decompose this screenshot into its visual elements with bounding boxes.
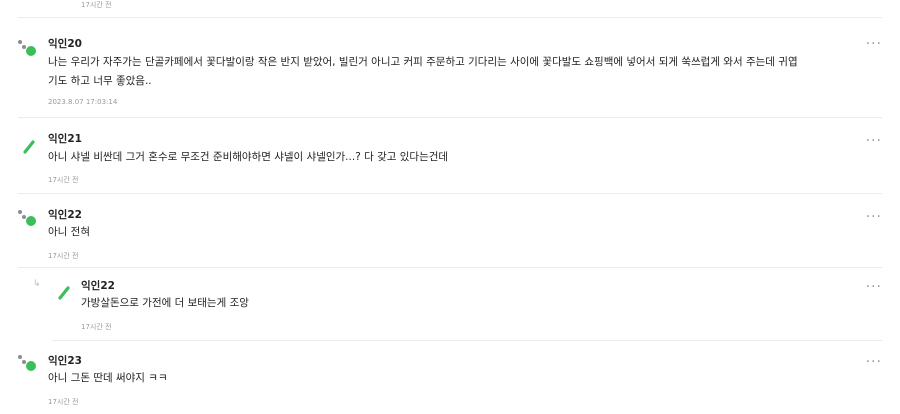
separator xyxy=(18,267,882,268)
comment-author[interactable]: 익인22 xyxy=(81,278,115,293)
comment-timestamp: 2023.8.07 17:03:14 xyxy=(48,98,118,106)
comment-text-line: 나는 우리가 자주가는 단골카페에서 꽃다발이랑 작은 반지 받았어, 빌린거 … xyxy=(48,56,798,68)
comment-author[interactable]: 익인23 xyxy=(48,353,82,368)
leaf-avatar-icon xyxy=(23,140,35,154)
comment-author[interactable]: 익인22 xyxy=(48,207,82,222)
top-timestamp: 17시간 전 xyxy=(81,1,112,9)
leaf-avatar-icon xyxy=(58,286,70,300)
comment-timestamp: 17시간 전 xyxy=(81,323,112,331)
separator xyxy=(18,193,882,194)
separator xyxy=(18,17,882,18)
comment-timestamp: 17시간 전 xyxy=(48,176,79,184)
more-dots-icon[interactable]: ··· xyxy=(866,134,882,148)
more-dots-icon[interactable]: ··· xyxy=(866,37,882,51)
dots-avatar-icon xyxy=(18,355,36,371)
comment-text-line: 아니 그돈 딴데 써야지 ㅋㅋ xyxy=(48,372,168,384)
comment-text-line: 아니 전혀 xyxy=(48,226,90,238)
comment-text-line: 기도 하고 너무 좋았음.. xyxy=(48,75,152,87)
more-dots-icon[interactable]: ··· xyxy=(866,210,882,224)
dots-avatar-icon xyxy=(18,40,36,56)
comment-author[interactable]: 익인21 xyxy=(48,131,82,146)
more-dots-icon[interactable]: ··· xyxy=(866,355,882,369)
separator xyxy=(52,340,882,341)
comment-timestamp: 17시간 전 xyxy=(48,398,79,406)
comment-timestamp: 17시간 전 xyxy=(48,252,79,260)
comment-text-line: 가방살돈으로 가전에 더 보태는게 조앙 xyxy=(81,297,249,309)
dots-avatar-icon xyxy=(18,210,36,226)
separator xyxy=(18,117,882,118)
comment-text-line: 아니 샤넬 비싼데 그거 혼수로 무조건 준비해야하면 샤넬이 샤넬인가...?… xyxy=(48,151,449,163)
comment-author[interactable]: 익인20 xyxy=(48,36,82,51)
more-dots-icon[interactable]: ··· xyxy=(866,280,882,294)
reply-arrow-icon: ↳ xyxy=(33,279,41,289)
